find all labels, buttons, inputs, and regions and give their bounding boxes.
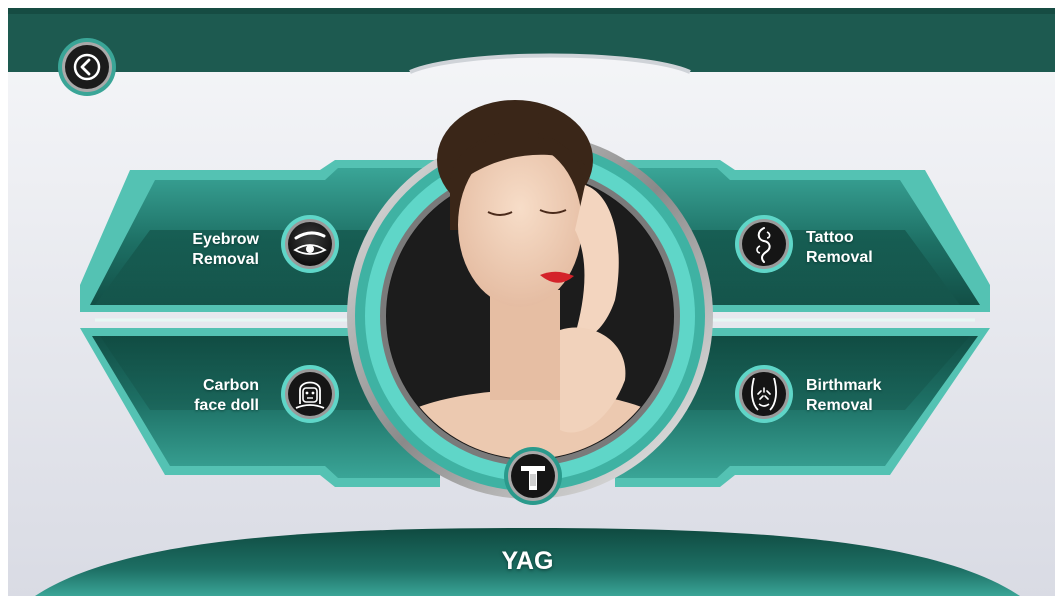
birthmark-removal-button[interactable] <box>734 364 794 424</box>
handpiece-button[interactable] <box>503 446 563 506</box>
treatment-carbon-label: Carbon face doll <box>194 377 259 414</box>
carbon-face-doll-button[interactable] <box>280 364 340 424</box>
tattoo-removal-button[interactable] <box>734 214 794 274</box>
mode-title: YAG <box>501 547 554 575</box>
eyebrow-removal-button[interactable] <box>280 214 340 274</box>
portrait-illustration <box>387 100 673 459</box>
face-mask-icon <box>281 365 339 423</box>
birthmark-icon <box>735 365 793 423</box>
back-button[interactable] <box>57 37 117 97</box>
handpiece-icon <box>504 447 562 505</box>
eye-icon <box>281 215 339 273</box>
treatment-birthmark-label: Birthmark Removal <box>806 377 882 414</box>
tattoo-icon <box>735 215 793 273</box>
back-icon <box>58 38 116 96</box>
treatment-tattoo-label: Tattoo Removal <box>806 229 873 266</box>
treatment-eyebrow-label: Eyebrow Removal <box>192 231 259 268</box>
screen: Eyebrow Removal Tattoo Removal Carbon fa… <box>0 0 1055 596</box>
